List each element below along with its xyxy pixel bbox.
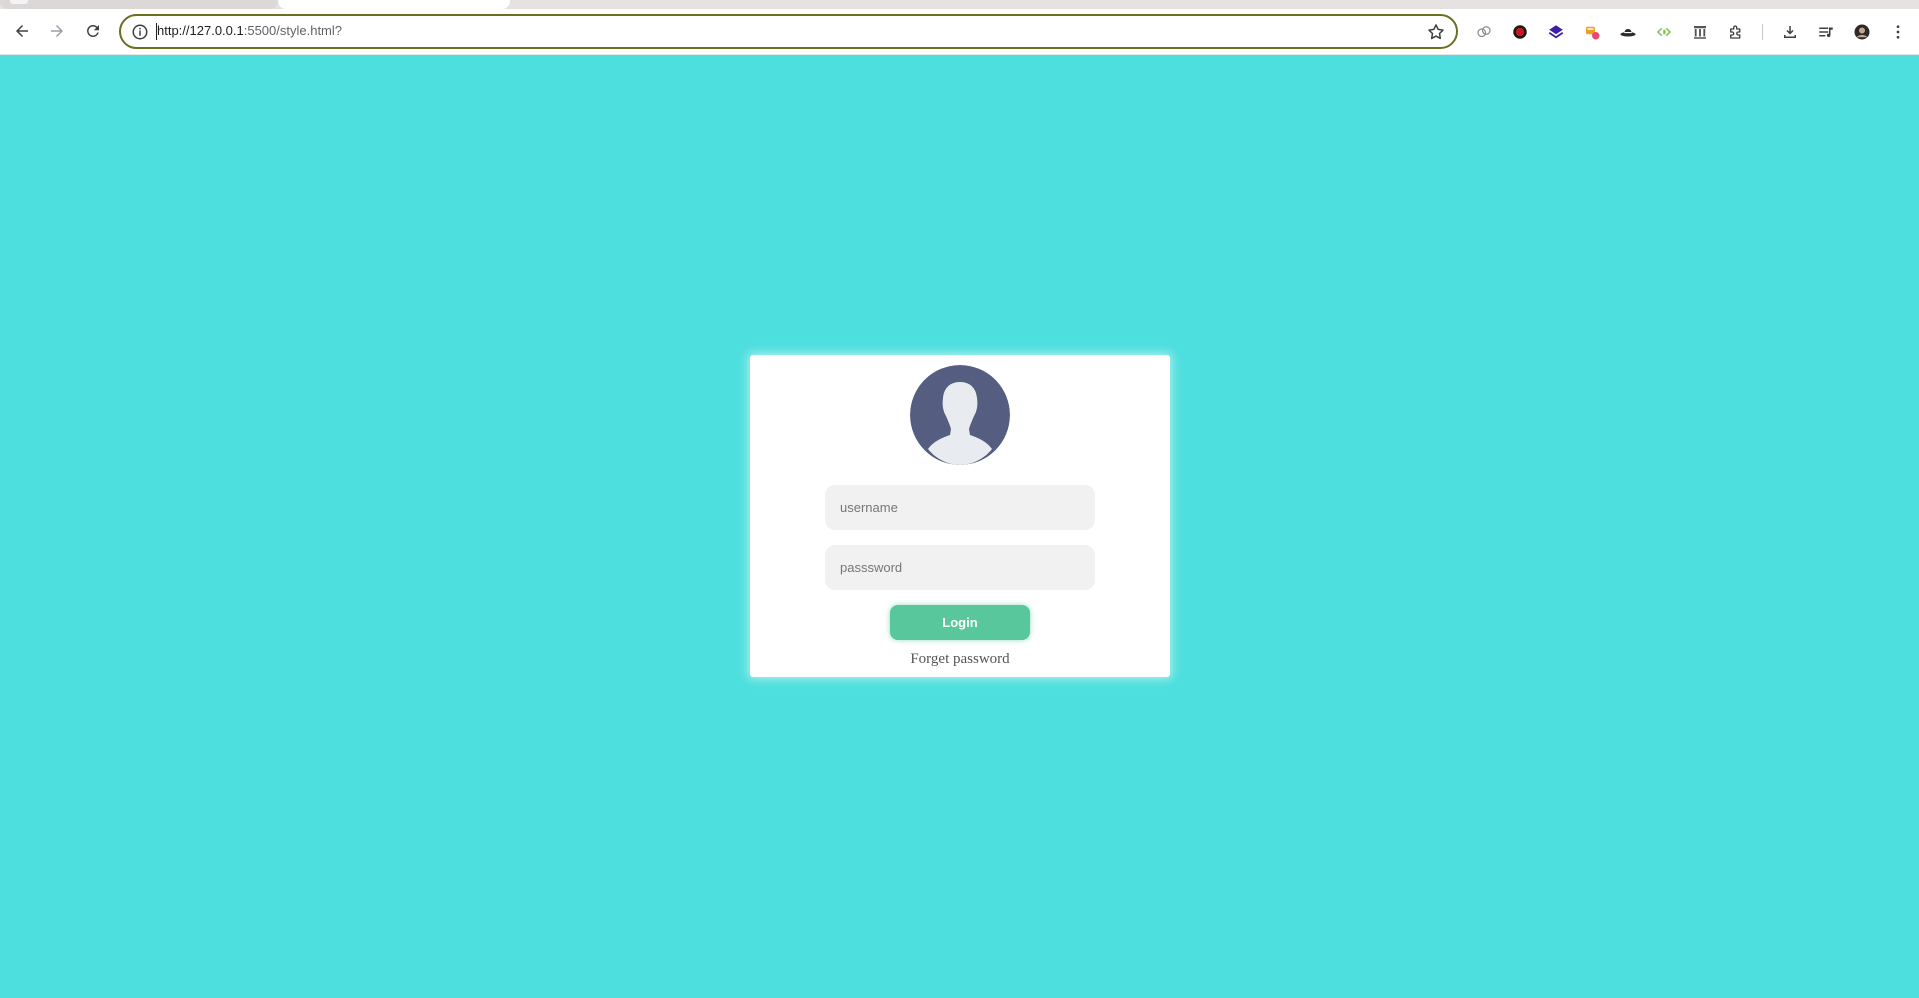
browser-menu-icon[interactable] <box>1886 20 1910 44</box>
media-playlist-icon[interactable] <box>1814 20 1838 44</box>
url-path: :5500/style.html? <box>243 23 343 38</box>
forget-password-link[interactable]: Forget password <box>750 651 1170 668</box>
profile-avatar-icon[interactable] <box>1850 20 1874 44</box>
reload-icon <box>87 25 99 37</box>
login-button[interactable]: Login <box>890 605 1030 640</box>
extension-bank-icon[interactable] <box>1688 20 1712 44</box>
extension-hat-icon[interactable] <box>1616 20 1640 44</box>
forward-arrow-icon <box>51 25 63 37</box>
tab-strip <box>0 0 1919 9</box>
address-bar[interactable]: http://127.0.0.1:5500/style.html? <box>119 14 1458 49</box>
toolbar-divider <box>1762 24 1763 40</box>
extensions-puzzle-icon[interactable] <box>1724 20 1748 44</box>
downloads-icon[interactable] <box>1778 20 1802 44</box>
url-host: http://127.0.0.1 <box>157 23 244 38</box>
extension-badge-icon[interactable] <box>1580 20 1604 44</box>
reload-button[interactable] <box>79 17 107 45</box>
username-field[interactable] <box>825 485 1095 530</box>
login-card: Login Forget password <box>750 355 1170 677</box>
tab-inactive[interactable] <box>0 0 278 9</box>
extension-purple-layers-icon[interactable] <box>1544 20 1568 44</box>
extension-red-dot-icon[interactable] <box>1508 20 1532 44</box>
page-viewport: Login Forget password <box>0 55 1919 998</box>
tab-strip-empty <box>510 0 1919 9</box>
password-field[interactable] <box>825 545 1095 590</box>
user-avatar-icon <box>910 365 1010 465</box>
site-info-icon[interactable] <box>131 23 149 41</box>
extension-circles-icon[interactable] <box>1472 20 1496 44</box>
tab-active[interactable] <box>278 0 510 9</box>
back-button[interactable] <box>8 17 36 45</box>
bookmark-star-icon[interactable] <box>1426 22 1446 42</box>
extension-code-icon[interactable] <box>1652 20 1676 44</box>
browser-toolbar: http://127.0.0.1:5500/style.html? <box>0 9 1919 55</box>
url-text[interactable]: http://127.0.0.1:5500/style.html? <box>157 23 342 38</box>
forward-button[interactable] <box>43 17 71 45</box>
back-arrow-icon <box>16 25 28 37</box>
